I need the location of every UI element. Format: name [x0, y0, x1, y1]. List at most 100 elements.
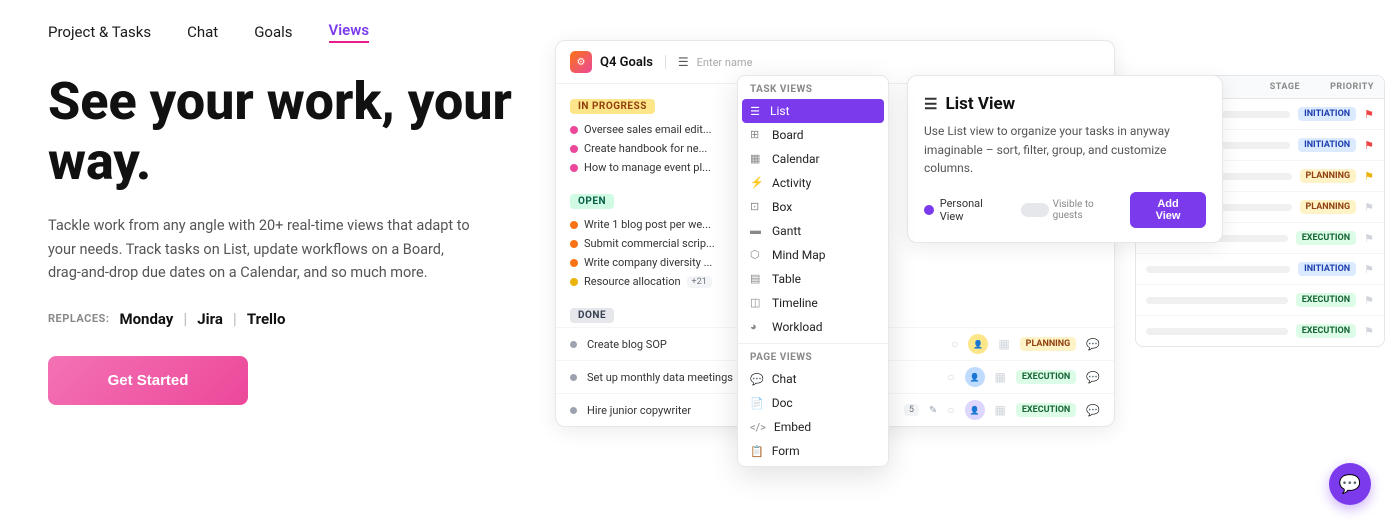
stage-badge-8: EXECUTION: [1296, 324, 1356, 338]
chat-icon: 💬: [1086, 404, 1100, 417]
stage-col: STAGE: [1270, 82, 1300, 92]
gantt-icon: ▬: [750, 224, 764, 238]
flag-6: ⚑: [1364, 263, 1374, 276]
stage-badge-4: PLANNING: [1300, 200, 1357, 214]
form-icon: 📋: [750, 445, 764, 458]
lv-description: Use List view to organize your tasks in …: [924, 122, 1206, 178]
mockup-area: ⚙ Q4 Goals ☰ Enter name IN PROGRESS Over…: [555, 20, 1391, 520]
badge-open: OPEN: [570, 194, 614, 209]
brand-trello: Trello: [247, 310, 286, 328]
tv-label: Timeline: [772, 296, 818, 310]
hero-headline: See your work, your way.: [48, 72, 538, 192]
tv-workload-item[interactable]: ◕ Workload: [738, 315, 888, 339]
flag-7: ⚑: [1364, 294, 1374, 307]
q4-divider: [665, 55, 666, 69]
tv-mindmap-item[interactable]: ⬡ Mind Map: [738, 243, 888, 267]
divider-2: |: [233, 309, 237, 328]
bg-row-6: INITIATION ⚑: [1136, 253, 1384, 284]
tv-calendar-item[interactable]: ▦ Calendar: [738, 147, 888, 171]
tv-label: Workload: [772, 320, 823, 334]
replaces-label: REPLACES:: [48, 312, 109, 325]
task-label: How to manage event pl...: [584, 161, 711, 174]
pv-doc-item[interactable]: 📄 Doc: [738, 391, 888, 415]
flag-5: ⚑: [1364, 232, 1374, 245]
add-view-button[interactable]: Add View: [1130, 192, 1206, 228]
task-label: Submit commercial scrip...: [584, 237, 715, 250]
list-view-panel: ☰ List View Use List view to organize yo…: [907, 75, 1223, 243]
task-label: Create handbook for ne...: [584, 142, 707, 155]
get-started-button[interactable]: Get Started: [48, 356, 248, 405]
chat-icon: 💬: [1086, 371, 1100, 384]
tv-box-item[interactable]: ⊡ Box: [738, 195, 888, 219]
brand-jira: Jira: [197, 310, 223, 328]
chat-bubble-icon: 💬: [1339, 474, 1361, 495]
tv-timeline-item[interactable]: ◫ Timeline: [738, 291, 888, 315]
calendar-icon: ▦: [998, 337, 1009, 351]
flag-2: ⚑: [1364, 139, 1374, 152]
personal-view-dot: [924, 205, 934, 215]
pv-form-item[interactable]: 📋 Form: [738, 439, 888, 466]
avatar-3: 👤: [965, 400, 985, 420]
calendar-icon: ▦: [995, 403, 1006, 417]
divider-1: |: [183, 309, 187, 328]
nav-item-chat[interactable]: Chat: [187, 23, 218, 41]
stage-badge: EXECUTION: [1016, 370, 1076, 384]
tv-activity-item[interactable]: ⚡ Activity: [738, 171, 888, 195]
stage-badge-5: EXECUTION: [1296, 231, 1356, 245]
task-count: 5: [904, 404, 919, 416]
pv-label: Chat: [772, 372, 797, 386]
tv-label: Box: [772, 200, 792, 214]
pv-embed-item[interactable]: </> Embed: [738, 415, 888, 439]
pencil-icon: ✎: [929, 405, 937, 416]
mindmap-icon: ⬡: [750, 248, 764, 262]
stage-badge-2: INITIATION: [1298, 138, 1356, 152]
tv-list-item[interactable]: ☰ List: [742, 99, 884, 123]
bg-row-8: EXECUTION ⚑: [1136, 315, 1384, 346]
pv-label: Form: [772, 444, 800, 458]
enter-name: Enter name: [697, 56, 753, 69]
lv-title-text: List View: [945, 94, 1015, 114]
board-icon: ⊞: [750, 128, 764, 142]
nav-item-views[interactable]: Views: [329, 21, 370, 43]
tv-table-item[interactable]: ▤ Table: [738, 267, 888, 291]
box-icon: ⊡: [750, 200, 764, 214]
hero-section: See your work, your way. Tackle work fro…: [48, 72, 538, 405]
bg-row-7: EXECUTION ⚑: [1136, 284, 1384, 315]
tv-gantt-item[interactable]: ▬ Gantt: [738, 219, 888, 243]
stage-badge-7: EXECUTION: [1296, 293, 1356, 307]
toggle-box[interactable]: [1021, 203, 1048, 217]
embed-icon: </>: [750, 421, 766, 434]
nav-item-projects[interactable]: Project & Tasks: [48, 23, 151, 41]
workload-icon: ◕: [750, 320, 764, 334]
badge-inprogress: IN PROGRESS: [570, 99, 655, 114]
nav-item-goals[interactable]: Goals: [254, 23, 292, 41]
table-icon: ▤: [750, 272, 764, 286]
lv-title: ☰ List View: [924, 94, 1206, 114]
badge-done: DONE: [570, 308, 614, 323]
visible-toggle[interactable]: Visible to guests: [1021, 199, 1124, 221]
stage-badge-3: PLANNING: [1300, 169, 1357, 183]
replaces-section: REPLACES: Monday | Jira | Trello: [48, 309, 538, 328]
hero-subtext: Tackle work from any angle with 20+ real…: [48, 214, 478, 286]
chat-icon: 💬: [1086, 338, 1100, 351]
lv-footer: Personal View Visible to guests Add View: [924, 192, 1206, 228]
pv-label: Doc: [772, 396, 793, 410]
flag-3: ⚑: [1364, 170, 1374, 183]
personal-view-label: Personal View: [940, 197, 1008, 223]
list-view-icon: ☰: [924, 95, 937, 113]
tv-label: Table: [772, 272, 801, 286]
pv-chat-item[interactable]: 💬 Chat: [738, 367, 888, 391]
tv-board-item[interactable]: ⊞ Board: [738, 123, 888, 147]
chat-bubble-button[interactable]: 💬: [1329, 463, 1371, 505]
tv-label: Gantt: [772, 224, 801, 238]
task-views-label: TASK VIEWS: [738, 76, 888, 99]
doc-icon: 📄: [750, 397, 764, 410]
pv-label: Embed: [774, 420, 811, 434]
stage-badge: PLANNING: [1020, 337, 1077, 351]
flag-1: ⚑: [1364, 108, 1374, 121]
tv-label: List: [770, 104, 790, 118]
task-label: Oversee sales email edit...: [584, 123, 712, 136]
q4-icon: ⚙: [570, 51, 592, 73]
tv-label: Activity: [772, 176, 811, 190]
chat-icon: 💬: [750, 373, 764, 386]
